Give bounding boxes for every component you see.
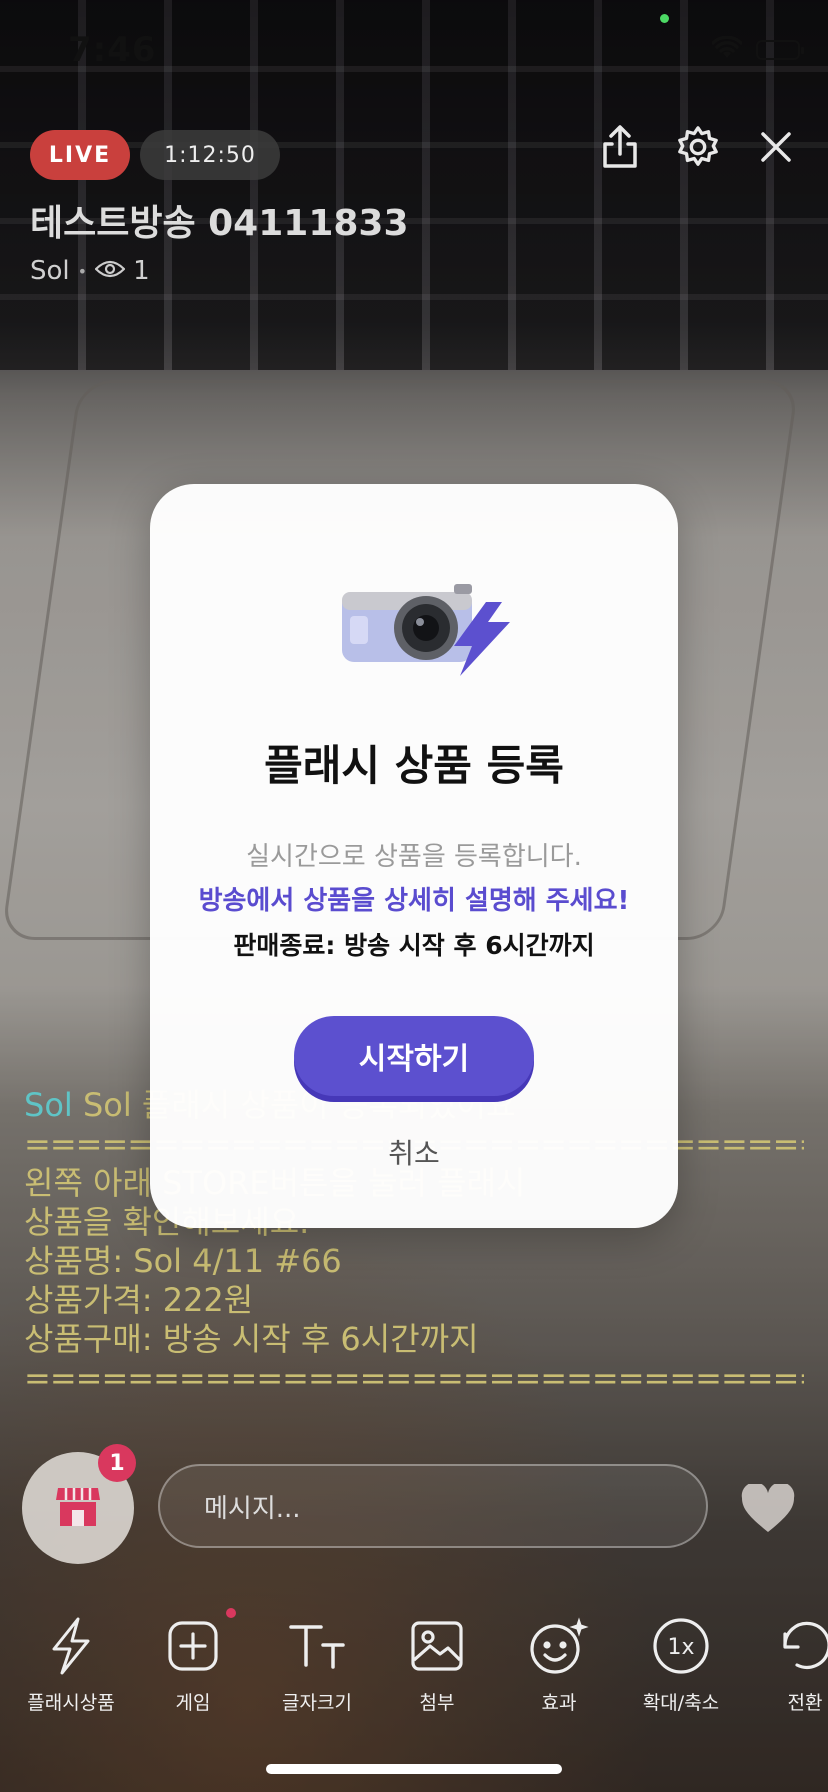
modal-description: 실시간으로 상품을 등록합니다. [246, 842, 582, 872]
broadcast-meta: Sol • 1 [30, 256, 150, 286]
bottom-toolbar: 플래시상품 게임 글자크기 첨부 효과 1x 확대/축소 전환 [0, 1610, 828, 1720]
lightning-icon [16, 1610, 126, 1682]
settings-gear-icon[interactable] [676, 122, 720, 172]
status-icons [711, 35, 804, 64]
message-input[interactable]: 메시지... [158, 1464, 708, 1548]
modal-highlight: 방송에서 상품을 상세히 설명해 주세요! [198, 886, 630, 916]
modal-title: 플래시 상품 등록 [264, 741, 564, 790]
modal-sale-end: 판매종료: 방송 시작 후 6시간까지 [233, 931, 595, 960]
add-square-icon [138, 1610, 248, 1682]
eye-icon [94, 256, 126, 286]
flash-product-modal: 플래시 상품 등록 실시간으로 상품을 등록합니다. 방송에서 상품을 상세히 … [150, 484, 678, 1228]
toolbar-font-size[interactable]: 글자크기 [262, 1610, 372, 1715]
store-icon [54, 1484, 102, 1532]
toolbar-attach[interactable]: 첨부 [382, 1610, 492, 1715]
chat-line: 상품가격: 222원 [24, 1281, 254, 1319]
start-button[interactable]: 시작하기 [294, 1016, 534, 1096]
elapsed-timer: 1:12:50 [140, 130, 280, 180]
chat-line: 상품구매: 방송 시작 후 6시간까지 [24, 1320, 479, 1358]
toolbar-flash-product[interactable]: 플래시상품 [16, 1610, 126, 1715]
svg-text:1x: 1x [667, 1635, 694, 1660]
toolbar-game[interactable]: 게임 [138, 1610, 248, 1715]
close-icon[interactable] [754, 122, 798, 172]
cancel-button[interactable]: 취소 [150, 1132, 678, 1172]
home-indicator [266, 1764, 562, 1774]
battery-icon [756, 40, 804, 60]
chat-sender: Sol [24, 1086, 73, 1124]
status-time: 7:46 [68, 30, 157, 70]
zoom-1x-icon: 1x [626, 1610, 736, 1682]
camera-lightning-icon [336, 572, 512, 684]
new-indicator-dot [226, 1608, 236, 1618]
camera-indicator [660, 14, 669, 23]
toolbar-switch[interactable]: 전환 [750, 1610, 828, 1715]
rotate-icon [750, 1610, 828, 1682]
live-badge: LIVE [30, 130, 130, 180]
broadcast-title: 테스트방송 04111833 [30, 203, 409, 244]
smile-sparkle-icon [504, 1610, 614, 1682]
share-icon[interactable] [598, 122, 642, 172]
viewer-count: 1 [133, 256, 150, 286]
store-badge: 1 [98, 1444, 136, 1482]
text-size-icon [262, 1610, 372, 1682]
image-icon [382, 1610, 492, 1682]
chat-line: 상품명: Sol 4/11 #66 [24, 1242, 342, 1280]
host-name: Sol [30, 256, 70, 286]
wifi-icon [711, 35, 743, 64]
toolbar-effect[interactable]: 효과 [504, 1610, 614, 1715]
heart-icon[interactable] [740, 1482, 796, 1538]
top-actions [598, 122, 798, 172]
toolbar-zoom[interactable]: 1x 확대/축소 [626, 1610, 736, 1715]
